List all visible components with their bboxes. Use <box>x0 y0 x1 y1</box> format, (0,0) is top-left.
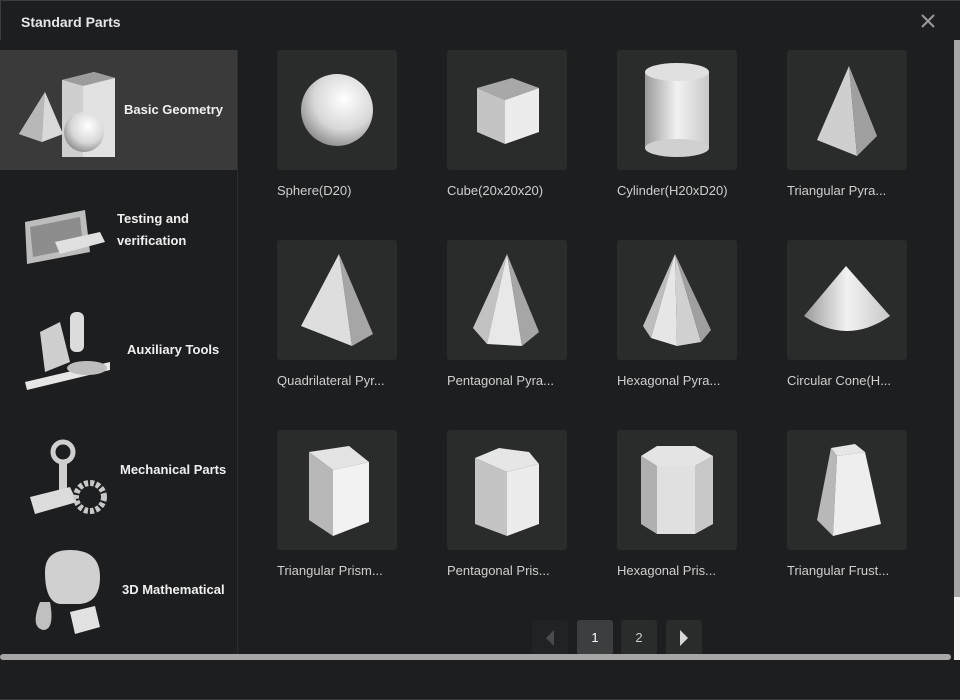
pentagonal-pyramid-icon <box>473 254 539 346</box>
sphere-icon <box>301 74 373 146</box>
sidebar-item-label: 3D Mathematical <box>122 582 225 597</box>
part-name: Triangular Pyra... <box>787 183 887 198</box>
part-name: Triangular Prism... <box>277 563 383 578</box>
sidebar-item-auxiliary-tools[interactable]: Auxiliary Tools <box>0 290 237 410</box>
hexagonal-pyramid-icon <box>643 254 711 346</box>
circular-cone-icon <box>804 266 890 331</box>
close-icon[interactable] <box>918 11 938 31</box>
part-tile-pentagonal-pyramid[interactable]: Pentagonal Pyra... <box>447 240 577 388</box>
clamp-tool-icon <box>25 312 110 390</box>
part-name: Quadrilateral Pyr... <box>277 373 385 388</box>
dialog-footer <box>0 660 960 700</box>
mechanical-parts-icon <box>30 439 107 514</box>
part-name: Cube(20x20x20) <box>447 183 544 198</box>
sidebar-item-mechanical-parts[interactable]: Mechanical Parts <box>0 410 237 530</box>
cylinder-icon <box>645 63 709 157</box>
title-bar: Standard Parts <box>0 0 960 40</box>
sidebar-item-label: Mechanical Parts <box>120 462 227 477</box>
triangular-frustum-icon <box>817 444 881 536</box>
3d-math-icon <box>35 550 100 634</box>
part-tile-cylinder[interactable]: Cylinder(H20xD20) <box>617 50 747 198</box>
part-name: Triangular Frust... <box>787 563 890 578</box>
part-name: Sphere(D20) <box>277 183 352 198</box>
part-tile-triangular-prism[interactable]: Triangular Prism... <box>277 430 407 578</box>
part-name: Pentagonal Pyra... <box>447 373 554 388</box>
next-page-button[interactable] <box>666 620 702 655</box>
sidebar-item-label: Testing and <box>117 211 189 226</box>
part-tile-circular-cone[interactable]: Circular Cone(H... <box>787 240 917 388</box>
part-tile-triangular-pyramid[interactable]: Triangular Pyra... <box>787 50 917 198</box>
pentagonal-prism-icon <box>475 448 539 536</box>
part-name: Circular Cone(H... <box>787 373 892 388</box>
part-tile-triangular-frustum[interactable]: Triangular Frust... <box>787 430 917 578</box>
triangular-prism-icon <box>309 446 369 536</box>
page-2-button[interactable]: 2 <box>621 620 657 655</box>
testing-board-icon <box>25 210 105 264</box>
prev-page-button[interactable] <box>532 620 568 655</box>
triangular-pyramid-icon <box>817 66 877 156</box>
part-tile-hexagonal-prism[interactable]: Hexagonal Pris... <box>617 430 747 578</box>
scrollbar-track <box>954 597 960 660</box>
part-tile-hexagonal-pyramid[interactable]: Hexagonal Pyra... <box>617 240 747 388</box>
chevron-right-icon <box>680 629 688 646</box>
sidebar-item-3d-mathematical[interactable]: 3D Mathematical <box>0 530 237 650</box>
quadrilateral-pyramid-icon <box>301 254 373 346</box>
vertical-scrollbar[interactable] <box>954 40 960 597</box>
sidebar-item-label: verification <box>117 233 187 248</box>
part-name: Cylinder(H20xD20) <box>617 183 728 198</box>
hexagonal-prism-icon <box>641 446 713 534</box>
part-tile-sphere[interactable]: Sphere(D20) <box>277 50 407 198</box>
part-tile-cube[interactable]: Cube(20x20x20) <box>447 50 577 198</box>
basic-geometry-icon <box>19 72 115 157</box>
sidebar-item-label: Auxiliary Tools <box>127 342 220 357</box>
category-sidebar: Basic Geometry Testing and verification … <box>0 50 238 654</box>
part-name: Pentagonal Pris... <box>447 563 550 578</box>
sidebar-item-basic-geometry[interactable]: Basic Geometry <box>0 50 237 170</box>
part-tile-pentagonal-prism[interactable]: Pentagonal Pris... <box>447 430 577 578</box>
part-name: Hexagonal Pris... <box>617 563 716 578</box>
part-tile-quadrilateral-pyramid[interactable]: Quadrilateral Pyr... <box>277 240 407 388</box>
cube-icon <box>477 78 539 144</box>
chevron-left-icon <box>546 629 554 646</box>
sidebar-item-testing-verification[interactable]: Testing and verification <box>0 170 237 290</box>
sidebar-item-label: Basic Geometry <box>124 102 223 117</box>
page-1-button[interactable]: 1 <box>577 620 613 655</box>
part-name: Hexagonal Pyra... <box>617 373 721 388</box>
dialog-title: Standard Parts <box>21 14 121 30</box>
